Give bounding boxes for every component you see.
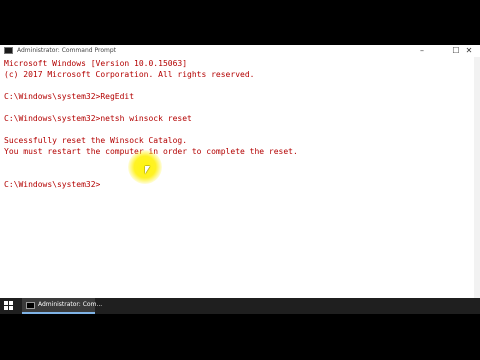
taskbar-item-label: Administrator: Com... xyxy=(38,301,103,308)
command-prompt-window[interactable]: Administrator: Command Prompt – ☐ ✕ Micr… xyxy=(0,45,480,298)
close-button[interactable]: ✕ xyxy=(458,45,480,57)
cmd-icon xyxy=(26,302,35,309)
taskbar-item-command-prompt[interactable]: Administrator: Com... xyxy=(22,298,102,314)
windows-logo-icon[interactable] xyxy=(4,301,14,311)
cmd-icon xyxy=(4,47,13,54)
taskbar: Administrator: Com... xyxy=(0,298,480,314)
console-line: Sucessfully reset the Winsock Catalog. xyxy=(4,136,188,145)
console-line: C:\Windows\system32>RegEdit xyxy=(4,92,135,101)
title-bar[interactable]: Administrator: Command Prompt – ☐ ✕ xyxy=(0,45,480,57)
console-line: (c) 2017 Microsoft Corporation. All righ… xyxy=(4,70,255,79)
console-line: Microsoft Windows [Version 10.0.15063] xyxy=(4,59,188,68)
console-output[interactable]: Microsoft Windows [Version 10.0.15063] (… xyxy=(4,58,472,298)
minimize-button[interactable]: – xyxy=(411,45,433,57)
vertical-scrollbar[interactable] xyxy=(474,57,480,298)
mouse-pointer-icon xyxy=(145,166,150,174)
console-line: C:\Windows\system32>netsh winsock reset xyxy=(4,114,192,123)
window-title: Administrator: Command Prompt xyxy=(17,47,116,54)
console-prompt[interactable]: C:\Windows\system32> xyxy=(4,179,100,190)
